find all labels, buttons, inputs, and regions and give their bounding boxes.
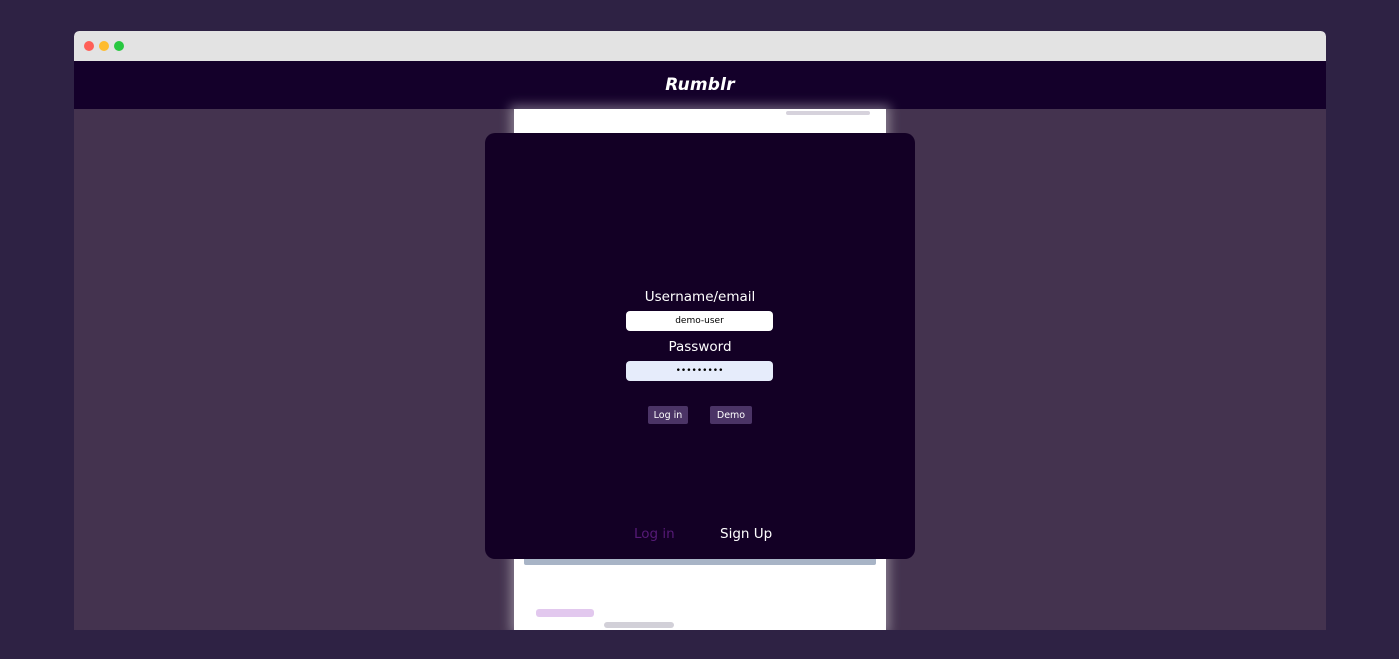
top-navbar: Rumblr (74, 61, 1326, 109)
tab-signup[interactable]: Sign Up (720, 526, 772, 542)
login-modal: Username/email Password Log in Demo Log … (485, 133, 915, 559)
blurred-username (536, 609, 594, 617)
brand-logo[interactable]: Rumblr (665, 75, 735, 95)
username-label: Username/email (644, 289, 756, 305)
username-field[interactable] (626, 311, 773, 331)
password-field[interactable] (626, 361, 773, 381)
minimize-window-icon[interactable] (99, 41, 109, 51)
demo-button[interactable]: Demo (710, 406, 752, 424)
window-titlebar (74, 31, 1326, 61)
login-button[interactable]: Log in (648, 406, 688, 424)
blurred-text (786, 111, 870, 115)
tab-login[interactable]: Log in (634, 526, 675, 542)
blurred-text (604, 622, 674, 628)
password-label: Password (668, 339, 732, 355)
close-window-icon[interactable] (84, 41, 94, 51)
zoom-window-icon[interactable] (114, 41, 124, 51)
browser-window: Rumblr Username/email Password Log in De… (74, 31, 1326, 630)
